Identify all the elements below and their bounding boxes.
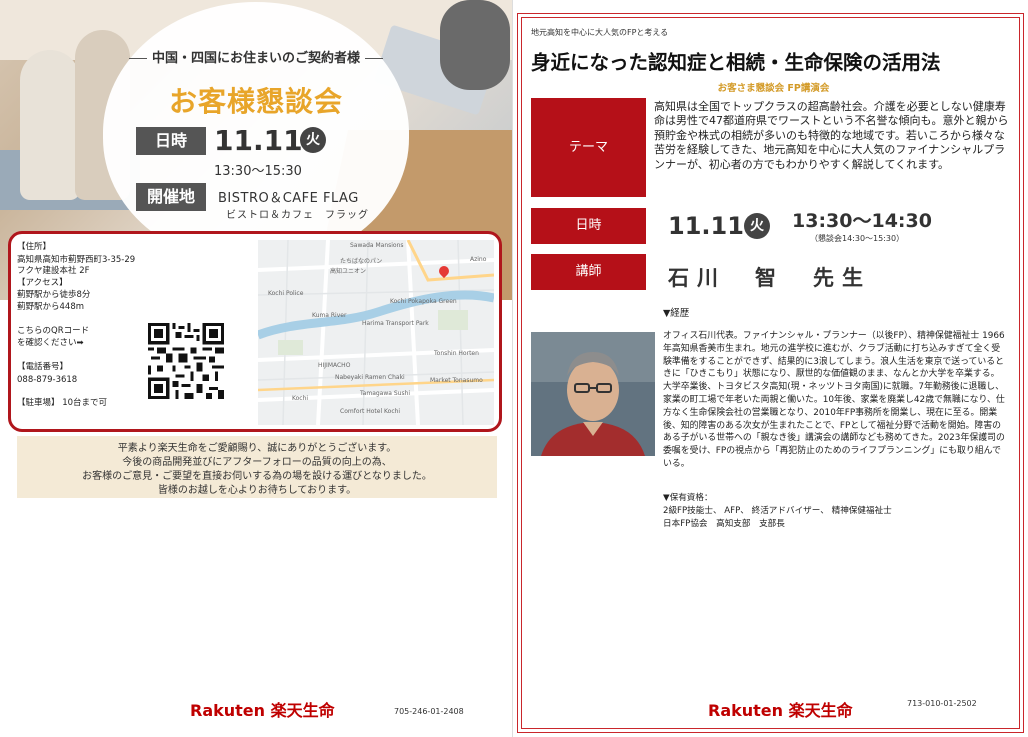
map-label: Nabeyaki Ramen Chaki	[335, 374, 405, 381]
lecturer-name: 石川 智 先生	[668, 266, 871, 290]
venue-kana: ビストロ＆カフェ フラッグ	[226, 210, 369, 221]
map-label: Kochi Police	[268, 290, 304, 297]
notice-line: 皆様のお越しを心よりお待ちしております。	[157, 485, 357, 496]
document-code: 713-010-01-2502	[907, 699, 977, 708]
map-label: Comfort Hotel Kochi	[340, 408, 401, 415]
time-note: （懇談会14:30～15:30）	[810, 234, 905, 243]
map-label: Sawada Mansions	[350, 242, 404, 249]
qualification-line1: 2級FP技能士、 AFP、 終活アドバイザー、 精神保健福祉士	[663, 506, 892, 516]
access-line2: 蓟野駅から448m	[17, 302, 85, 312]
access-line1: 蓟野駅から徒歩8分	[17, 290, 91, 300]
notice-line: 今後の商品開発並びにアフターフォローの品質の向上の為、	[122, 457, 392, 468]
lecture-subtitle: お客さま懇談会 FP講演会	[717, 83, 830, 94]
map-label: Tonshin Horten	[434, 350, 479, 357]
page-title: お客様懇談会	[168, 85, 343, 118]
lecturer-portrait	[531, 332, 655, 456]
phone-label: 【電話番号】	[17, 362, 69, 372]
map-label: 高知ユニオン	[330, 268, 367, 275]
datetime-label: 日時	[531, 208, 646, 244]
date-label: 日時	[136, 127, 206, 155]
rakuten-logo: Rakuten 楽天生命	[708, 701, 853, 720]
map-label: Kochi	[292, 395, 309, 402]
qr-line1: こちらのQRコード	[17, 326, 90, 336]
qualification-heading: ▼保有資格：	[663, 493, 713, 503]
event-date: 11.11	[214, 124, 303, 157]
map-label: Azino	[470, 256, 487, 263]
phone-number: 088-879-3618	[17, 375, 78, 385]
qr-line2: を確認ください➡	[17, 338, 84, 348]
address-line2: フクヤ建設本社 2F	[17, 266, 90, 276]
venue-name: BISTRO＆CAFE FLAG	[218, 191, 359, 206]
map-label: Tamagawa Sushi	[360, 390, 411, 397]
access-label: 【アクセス】	[17, 278, 68, 288]
map-label: Kochi Pokapoka Green	[390, 298, 457, 305]
theme-label: テーマ	[531, 98, 646, 197]
theme-text: 高知県は全国でトップクラスの超高齢社会。介護を必要としない健康寿命は男性で47都…	[654, 100, 1009, 171]
subheading: 中国・四国にお住まいのご契約者様	[118, 47, 394, 66]
lecture-date: 11.11	[668, 212, 744, 240]
rakuten-logo: Rakuten 楽天生命	[190, 701, 335, 720]
lecture-time: 13:30～14:30	[792, 210, 932, 232]
address-line1: 高知県高知市蓟野西町3-35-29	[17, 255, 136, 265]
career-heading: ▼経歴	[663, 308, 690, 319]
qualification-line2: 日本FP協会 高知支部 支部長	[663, 519, 785, 529]
weekday-badge: 火	[744, 213, 770, 239]
kicker-text: 地元高知を中心に大人気のFPと考える	[531, 28, 669, 37]
map-label: Harima Transport Park	[362, 320, 429, 327]
notice-line: 平素より楽天生命をご愛顧賜り、誠にありがとうございます。	[117, 443, 397, 454]
weekday-badge: 火	[300, 127, 326, 153]
lecturer-bio: オフィス石川代表。ファイナンシャル・プランナー（以後FP）、精神保健福祉士 19…	[663, 331, 1005, 469]
address-label: 【住所】	[17, 242, 52, 252]
map-label: Kuma River	[312, 312, 347, 319]
qr-code[interactable]	[148, 323, 224, 399]
lecture-title: 身近になった認知症と相続・生命保険の活用法	[531, 51, 941, 74]
map-label: HIJIMACHO	[318, 362, 351, 369]
parking-info: 【駐車場】 10台まで可	[17, 398, 108, 408]
venue-label: 開催地	[136, 183, 206, 211]
document-code: 705-246-01-2408	[394, 707, 464, 716]
map-label: たちばなのパン	[340, 258, 383, 265]
notice-line: お客様のご意見・ご要望を直接お伺いする為の場を設ける運びとなりました。	[82, 471, 432, 482]
event-time: 13:30～15:30	[214, 164, 302, 179]
map-label: Market Tonasumo	[430, 377, 483, 384]
lecturer-label: 講師	[531, 254, 646, 290]
